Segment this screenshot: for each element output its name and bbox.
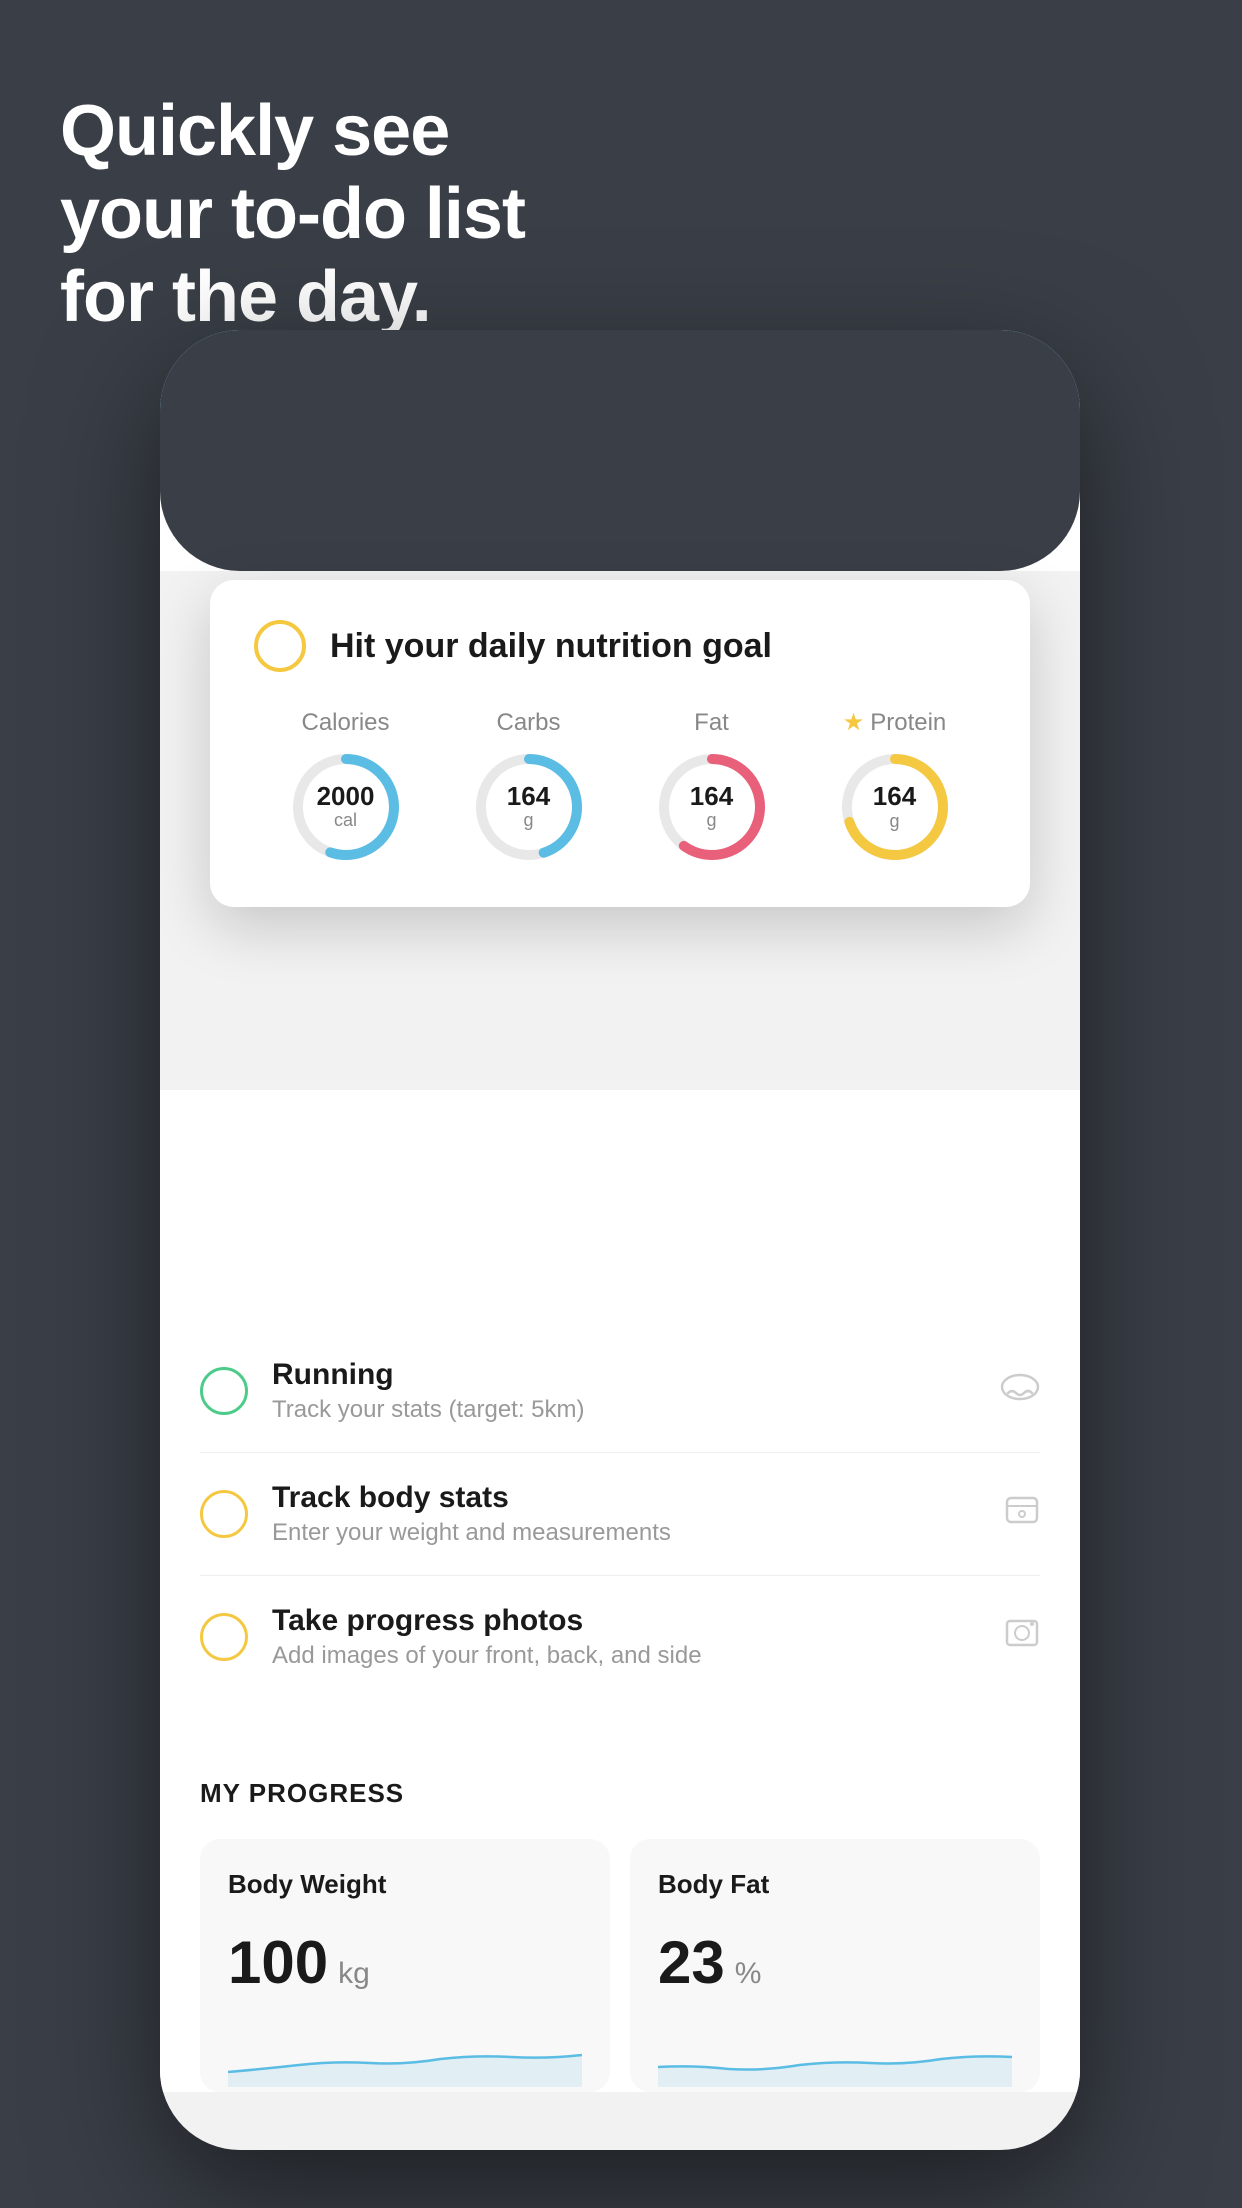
protein-label-row: ★ Protein <box>843 708 947 737</box>
list-item-track-body[interactable]: Track body stats Enter your weight and m… <box>200 1453 1040 1576</box>
body-weight-value: 100 <box>228 1928 328 1997</box>
photos-circle <box>200 1613 248 1661</box>
task-circle-nutrition[interactable] <box>254 620 306 672</box>
body-fat-card: Body Fat 23 % <box>630 1839 1040 2092</box>
nutrition-carbs: Carbs 164 g <box>469 709 589 867</box>
running-circle <box>200 1367 248 1415</box>
progress-cards: Body Weight 100 kg Body Fat <box>200 1839 1040 2092</box>
protein-value: 164 <box>873 782 916 811</box>
carbs-unit: g <box>507 810 550 831</box>
track-body-title: Track body stats <box>272 1481 980 1515</box>
body-fat-unit: % <box>735 1957 762 1991</box>
carbs-donut: 164 g <box>469 747 589 867</box>
protein-donut: 164 g <box>835 747 955 867</box>
calories-label: Calories <box>301 709 389 737</box>
body-weight-title: Body Weight <box>228 1869 582 1900</box>
todo-list: Running Track your stats (target: 5km) <box>160 1090 1080 2092</box>
list-item-photos[interactable]: Take progress photos Add images of your … <box>200 1576 1040 1698</box>
card-title: Hit your daily nutrition goal <box>330 627 772 666</box>
calories-unit: cal <box>317 810 375 831</box>
track-body-circle <box>200 1490 248 1538</box>
photos-text: Take progress photos Add images of your … <box>272 1604 980 1670</box>
running-icon <box>1000 1371 1040 1411</box>
body-fat-sparkline <box>658 2027 1012 2087</box>
nutrition-protein: ★ Protein 164 g <box>835 708 955 867</box>
body-fat-value: 23 <box>658 1928 725 1997</box>
headline-line1: Quickly see <box>60 91 449 171</box>
body-weight-unit: kg <box>338 1957 370 1991</box>
list-item-running[interactable]: Running Track your stats (target: 5km) <box>200 1330 1040 1453</box>
fat-label: Fat <box>694 709 729 737</box>
progress-header: MY PROGRESS <box>200 1778 1040 1809</box>
fat-unit: g <box>690 810 733 831</box>
card-title-row: Hit your daily nutrition goal <box>254 620 986 672</box>
headline-line2: your to-do list <box>60 174 525 254</box>
carbs-label: Carbs <box>496 709 560 737</box>
fat-donut: 164 g <box>652 747 772 867</box>
calories-donut: 2000 cal <box>286 747 406 867</box>
progress-section: MY PROGRESS Body Weight 100 kg <box>160 1738 1080 2092</box>
nutrition-card: Hit your daily nutrition goal Calories 2… <box>210 580 1030 907</box>
protein-star-icon: ★ <box>843 708 865 737</box>
body-fat-title: Body Fat <box>658 1869 1012 1900</box>
track-body-text: Track body stats Enter your weight and m… <box>272 1481 980 1547</box>
protein-label: Protein <box>870 709 946 737</box>
body-weight-sparkline <box>228 2027 582 2087</box>
photo-icon <box>1004 1615 1040 1659</box>
carbs-value: 164 <box>507 782 550 811</box>
running-title: Running <box>272 1358 976 1392</box>
track-body-subtitle: Enter your weight and measurements <box>272 1519 980 1547</box>
scale-icon <box>1004 1492 1040 1536</box>
todo-list-section: Running Track your stats (target: 5km) <box>160 1330 1080 1698</box>
fat-value: 164 <box>690 782 733 811</box>
protein-unit: g <box>873 811 916 832</box>
photos-subtitle: Add images of your front, back, and side <box>272 1642 980 1670</box>
running-subtitle: Track your stats (target: 5km) <box>272 1396 976 1424</box>
nutrition-fat: Fat 164 g <box>652 709 772 867</box>
phone-mockup: 9:41 Dashb <box>160 330 1080 2150</box>
calories-value: 2000 <box>317 782 375 811</box>
headline-line3: for the day. <box>60 257 431 337</box>
running-text: Running Track your stats (target: 5km) <box>272 1358 976 1424</box>
nutrition-calories: Calories 2000 cal <box>286 709 406 867</box>
body-weight-card: Body Weight 100 kg <box>200 1839 610 2092</box>
nutrition-row: Calories 2000 cal Carbs <box>254 708 986 867</box>
hero-headline: Quickly see your to-do list for the day. <box>60 90 525 338</box>
body-weight-value-row: 100 kg <box>228 1928 582 1997</box>
photos-title: Take progress photos <box>272 1604 980 1638</box>
body-fat-value-row: 23 % <box>658 1928 1012 1997</box>
